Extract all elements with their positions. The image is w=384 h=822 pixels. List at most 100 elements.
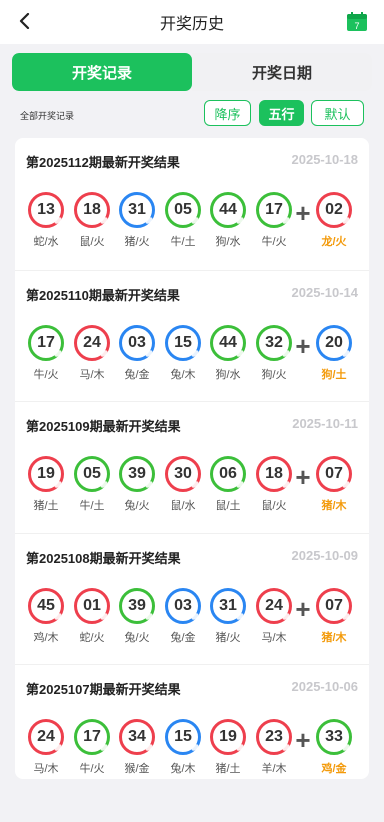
ball-circle: 39 bbox=[119, 456, 155, 492]
ball-number: 24 bbox=[83, 333, 101, 351]
number-ball: 05 牛/土 bbox=[72, 456, 112, 513]
ball-number: 17 bbox=[37, 333, 55, 351]
number-ball: 19 猪/土 bbox=[26, 456, 66, 513]
number-ball: 13 蛇/水 bbox=[26, 192, 66, 249]
ball-row: 45 鸡/木 01 蛇/火 39 兔/火 03 兔/金 31 猪/火 24 马/木 07 猪/木 + bbox=[28, 587, 368, 658]
ball-number: 07 bbox=[325, 465, 343, 482]
back-arrow-icon[interactable] bbox=[14, 10, 36, 32]
ball-circle: 39 bbox=[119, 587, 155, 624]
ball-circle: 03 bbox=[119, 324, 155, 361]
filter-label: 全部开奖记录 bbox=[20, 111, 75, 121]
zodiac-label: 羊/木 bbox=[261, 763, 287, 775]
number-ball: 17 牛/火 bbox=[26, 324, 66, 382]
ball-circle: 17 bbox=[256, 192, 292, 228]
number-ball: 31 猪/火 bbox=[117, 192, 157, 249]
ball-number: 05 bbox=[83, 465, 101, 482]
ball-circle: 06 bbox=[210, 456, 246, 492]
zodiac-label: 猪/木 bbox=[321, 631, 347, 644]
zodiac-label: 猪/木 bbox=[321, 500, 347, 512]
ball-circle: 19 bbox=[28, 456, 64, 492]
zodiac-label: 兔/火 bbox=[124, 631, 150, 644]
ball-circle: 32 bbox=[256, 324, 292, 361]
ball-number: 24 bbox=[265, 596, 283, 614]
ball-circle: 30 bbox=[165, 456, 201, 492]
ball-circle: 20 bbox=[316, 324, 352, 361]
ball-circle: 01 bbox=[74, 587, 110, 624]
number-ball: 03 兔/金 bbox=[117, 324, 157, 382]
ball-row: 19 猪/土 05 牛/土 39 兔/火 30 鼠/水 06 鼠/土 18 鼠/火 07 猪/木 + bbox=[28, 456, 368, 526]
zodiac-label: 猪/火 bbox=[215, 631, 241, 644]
zodiac-label: 兔/木 bbox=[170, 368, 196, 381]
ball-circle: 07 bbox=[316, 587, 352, 624]
ball-circle: 02 bbox=[316, 192, 352, 228]
draw-date: 2025-10-14 bbox=[291, 284, 359, 300]
zodiac-label: 鼠/水 bbox=[170, 500, 196, 512]
plus-sign: + bbox=[295, 593, 311, 624]
number-ball: 44 狗/水 bbox=[208, 192, 248, 249]
zodiac-label: 马/木 bbox=[79, 368, 105, 381]
ball-circle: 15 bbox=[165, 719, 201, 755]
ball-circle: 18 bbox=[74, 192, 110, 228]
ball-row: 17 牛/火 24 马/木 03 兔/金 15 兔/木 44 狗/水 32 狗/火 20 狗/土 + bbox=[26, 324, 368, 395]
number-ball: 30 鼠/水 bbox=[163, 456, 203, 513]
ball-number: 20 bbox=[325, 333, 343, 351]
ball-number: 44 bbox=[219, 201, 237, 218]
zodiac-label: 牛/土 bbox=[79, 500, 105, 512]
tab-records[interactable]: 开奖记录 bbox=[12, 53, 192, 91]
plus-sign: + bbox=[295, 462, 311, 492]
draw-title: 第2025107期最新开奖结果 bbox=[26, 682, 181, 697]
ball-circle: 31 bbox=[119, 192, 155, 228]
draw-item[interactable]: 第2025109期最新开奖结果 2025-10-11 19 猪/土 05 牛/土 39 兔/火… bbox=[15, 401, 369, 533]
number-ball: 17 牛/火 bbox=[72, 719, 112, 776]
ball-number: 18 bbox=[265, 465, 283, 482]
special-ball: 02 龙/火 bbox=[314, 192, 354, 249]
five-elements-button[interactable]: 五行 bbox=[259, 100, 304, 126]
draw-item[interactable]: 第2025108期最新开奖结果 2025-10-09 45 鸡/木 01 蛇/火 39 兔/火… bbox=[15, 532, 369, 665]
ball-number: 23 bbox=[265, 728, 283, 745]
zodiac-label: 兔/火 bbox=[124, 500, 150, 512]
tab-dates[interactable]: 开奖日期 bbox=[192, 53, 372, 91]
number-ball: 34 猴/金 bbox=[117, 719, 157, 776]
header-bar: 开奖历史 7 bbox=[0, 0, 384, 44]
zodiac-label: 猴/金 bbox=[124, 763, 150, 775]
zodiac-label: 兔/金 bbox=[170, 631, 196, 644]
number-ball: 23 羊/木 bbox=[254, 719, 294, 776]
special-ball: 07 猪/木 bbox=[314, 587, 354, 645]
zodiac-label: 鸡/木 bbox=[33, 631, 59, 644]
ball-circle: 45 bbox=[28, 587, 64, 624]
draw-item[interactable]: 第2025110期最新开奖结果 2025-10-14 17 牛/火 24 马/木 03 兔/金… bbox=[15, 269, 369, 402]
ball-circle: 24 bbox=[256, 587, 292, 624]
draw-date: 2025-10-09 bbox=[291, 547, 359, 563]
ball-number: 39 bbox=[128, 465, 146, 482]
draw-list: 第2025112期最新开奖结果 2025-10-18 13 蛇/水 18 鼠/火 31 猪/火… bbox=[15, 138, 369, 779]
draw-date: 2025-10-18 bbox=[291, 152, 359, 167]
ball-number: 31 bbox=[128, 201, 146, 218]
page-title: 开奖历史 bbox=[159, 16, 224, 33]
ball-number: 05 bbox=[174, 201, 192, 218]
ball-number: 19 bbox=[219, 728, 237, 745]
ball-circle: 15 bbox=[165, 324, 201, 361]
draw-item[interactable]: 第2025112期最新开奖结果 2025-10-18 13 蛇/水 18 鼠/火 31 猪/火… bbox=[15, 138, 369, 270]
ball-number: 17 bbox=[83, 728, 101, 745]
ball-circle: 24 bbox=[74, 324, 110, 361]
number-ball: 18 鼠/火 bbox=[254, 456, 294, 513]
calendar-icon[interactable]: 7 bbox=[346, 12, 368, 32]
draw-title: 第2025112期最新开奖结果 bbox=[26, 155, 180, 170]
zodiac-label: 狗/水 bbox=[215, 236, 241, 248]
ball-circle: 23 bbox=[256, 719, 292, 755]
calendar-day: 7 bbox=[354, 21, 359, 31]
number-ball: 24 马/木 bbox=[72, 324, 112, 382]
ball-number: 06 bbox=[219, 465, 237, 482]
draw-item[interactable]: 第2025107期最新开奖结果 2025-10-06 24 马/木 17 牛/火 34 猴/金… bbox=[15, 664, 369, 779]
ball-circle: 33 bbox=[316, 719, 352, 755]
number-ball: 39 兔/火 bbox=[117, 587, 157, 645]
ball-number: 07 bbox=[325, 596, 343, 614]
default-button[interactable]: 默认 bbox=[311, 100, 364, 126]
ball-number: 17 bbox=[265, 201, 283, 218]
ball-number: 39 bbox=[128, 596, 146, 614]
zodiac-label: 狗/火 bbox=[261, 368, 287, 381]
sort-desc-button[interactable]: 降序 bbox=[204, 100, 251, 126]
number-ball: 24 马/木 bbox=[254, 587, 294, 645]
ball-circle: 24 bbox=[28, 719, 64, 755]
number-ball: 39 兔/火 bbox=[117, 456, 157, 513]
